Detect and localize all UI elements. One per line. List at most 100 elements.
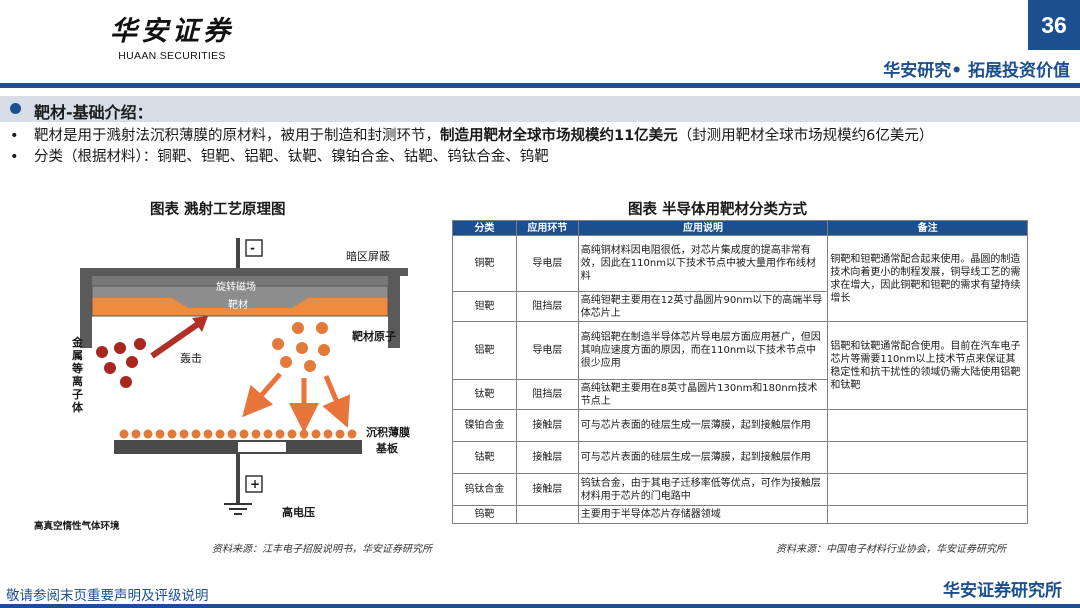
cathode-lead	[236, 238, 240, 268]
description-cell: 高纯铜材料因电阻很低，对芯片集成度的提高非常有效，因此在110nm以下技术节点中…	[577, 235, 829, 292]
description-cell: 钨钛合金，由于其电子迁移率低等优点，可作为接触层材料用于芯片的门电路中	[577, 473, 829, 506]
bullet-list: • 靶材是用于溅射法沉积薄膜的原材料，被用于制造和封测环节，制造用靶材全球市场规…	[10, 126, 1074, 168]
table-figure-title: 图表 半导体用靶材分类方式	[628, 202, 808, 218]
description-cell: 可与芯片表面的硅层生成一层薄膜，起到接触层作用	[577, 441, 829, 474]
target-atom-dot	[304, 360, 316, 372]
note-cell-empty	[827, 409, 1028, 442]
deposited-film-label: 沉积薄膜	[366, 426, 410, 439]
type-cell: 钨钛合金	[452, 473, 517, 506]
dark-shield-label: 暗区屏蔽	[346, 250, 390, 263]
column-header: 备注	[827, 220, 1028, 236]
logo-english-name: HUAAN SECURITIES	[118, 50, 226, 62]
step-cell: 接触层	[515, 409, 579, 442]
ion-dot	[134, 338, 146, 350]
table-row: 钨钛合金 接触层 钨钛合金，由于其电子迁移率低等优点，可作为接触层材料用于芯片的…	[452, 473, 1028, 506]
vacuum-environment-label: 高真空惰性气体环境	[34, 521, 120, 532]
target-atom-dot	[280, 356, 292, 368]
table-row: 镍铂合金 接触层 可与芯片表面的硅层生成一层薄膜，起到接触层作用	[452, 409, 1028, 442]
sputtering-diagram: - + 暗区屏蔽 旋转磁场 靶材 靶材原子 金属等离子体 轰击 沉积薄膜 基板 …	[34, 228, 420, 532]
minus-sign: -	[250, 241, 255, 255]
target-atom-dot	[296, 342, 308, 354]
step-cell: 阻挡层	[515, 291, 579, 322]
bullet-text-emphasis: 制造用靶材全球市场规模约11亿美元	[440, 128, 678, 144]
step-cell	[515, 505, 579, 524]
magnet-label: 旋转磁场	[216, 282, 256, 293]
type-cell: 钴靶	[452, 441, 517, 474]
bullet-mark: •	[10, 128, 19, 144]
ion-dot	[104, 362, 116, 374]
type-cell: 钽靶	[452, 291, 517, 322]
sputter-arrow-icon	[322, 375, 351, 428]
target-atoms-label: 靶材原子	[352, 330, 396, 343]
type-cell: 钛靶	[452, 379, 517, 410]
target-atom-dot	[272, 338, 284, 350]
note-cell-empty	[827, 441, 1028, 474]
target-atom-dot	[292, 322, 304, 334]
brand-slogan: 华安研究• 拓展投资价值	[883, 61, 1070, 81]
table-row: 钨靶 主要用于半导体芯片存储器领域	[452, 505, 1028, 524]
footer-divider	[0, 604, 1080, 608]
anode-lead	[236, 454, 240, 504]
header-divider	[0, 83, 1080, 88]
type-cell: 铝靶	[452, 321, 517, 380]
plus-sign: +	[250, 477, 261, 491]
description-cell: 高纯铝靶在制造半导体芯片导电层方面应用甚广，但因其响应速度方面的原因，而在110…	[577, 321, 829, 380]
left-figure-source: 资料来源：江丰电子招股说明书，华安证券研究所	[212, 544, 432, 555]
ion-dot	[126, 356, 138, 368]
substrate-label: 基板	[376, 442, 398, 455]
bullet-text: 靶材是用于溅射法沉积薄膜的原材料，被用于制造和封测环节，制造用靶材全球市场规模约…	[34, 126, 1074, 147]
bullet-text-part: （封测用靶材全球市场规模约6亿美元）	[677, 128, 934, 144]
type-cell: 铜靶	[452, 235, 517, 292]
logo-chinese-name: 华安证券	[110, 16, 234, 47]
step-cell: 接触层	[515, 473, 579, 506]
step-cell: 阻挡层	[515, 379, 579, 410]
section-header: 靶材-基础介绍：	[0, 96, 1080, 122]
note-cell: 铜靶和钽靶通常配合起来使用。晶圆的制造技术向着更小的制程发展，铜导线工艺的需求在…	[827, 235, 1028, 322]
type-cell: 镍铂合金	[452, 409, 517, 442]
high-voltage-label: 高电压	[282, 506, 315, 519]
ion-dot	[96, 346, 108, 358]
note-cell-empty	[827, 505, 1028, 524]
target-classification-table: 分类 应用环节 应用说明 备注 铜靶 导电层 高纯铜材料因电阻很低，对芯片集成度…	[452, 220, 1028, 524]
type-cell: 钨靶	[452, 505, 517, 524]
description-cell: 主要用于半导体芯片存储器领域	[577, 505, 829, 524]
step-cell: 导电层	[515, 321, 579, 380]
bullet-mark: •	[10, 149, 19, 165]
section-bullet-icon	[10, 103, 21, 114]
section-title: 靶材-基础介绍：	[34, 103, 153, 122]
sputtering-diagram-graphic	[80, 238, 408, 515]
description-cell: 高纯钽靶主要用在12英寸晶圆片90nm以下的高端半导体芯片上	[577, 291, 829, 322]
ion-dot	[120, 376, 132, 388]
substrate-gap	[238, 442, 286, 452]
target-atom-dot	[316, 322, 328, 334]
bombard-label: 轰击	[180, 352, 202, 365]
disclaimer-link[interactable]: 敬请参阅末页重要声明及评级说明	[6, 584, 209, 604]
target-atom-dot	[318, 344, 330, 356]
deposited-film-dots	[119, 429, 357, 439]
note-cell-empty	[827, 473, 1028, 506]
step-cell: 接触层	[515, 441, 579, 474]
sputter-arrow-icon	[242, 372, 282, 418]
description-cell: 可与芯片表面的硅层生成一层薄膜，起到接触层作用	[577, 409, 829, 442]
metal-ions-label: 金属等离子体	[72, 336, 83, 414]
column-header: 应用说明	[577, 220, 829, 236]
bullet-text: 分类（根据材料）：铜靶、钽靶、铝靶、钛靶、镍铂合金、钴靶、钨钛合金、钨靶	[34, 149, 549, 165]
right-figure-source: 资料来源：中国电子材料行业协会，华安证券研究所	[776, 544, 1006, 555]
description-cell: 高纯钛靶主要用在8英寸晶圆片130nm和180nm技术节点上	[577, 379, 829, 410]
table-row: 铝靶 导电层 高纯铝靶在制造半导体芯片导电层方面应用甚广，但因其响应速度方面的原…	[452, 321, 1028, 410]
bullet-text-part: 靶材是用于溅射法沉积薄膜的原材料，被用于制造和封测环节，	[34, 128, 440, 144]
sputtering-figure-title: 图表 溅射工艺原理图	[150, 202, 286, 218]
column-header: 应用环节	[515, 220, 579, 236]
table-row: 钴靶 接触层 可与芯片表面的硅层生成一层薄膜，起到接触层作用	[452, 441, 1028, 474]
column-header: 分类	[452, 220, 517, 236]
bullet-item: • 靶材是用于溅射法沉积薄膜的原材料，被用于制造和封测环节，制造用靶材全球市场规…	[10, 126, 1074, 147]
ion-dot	[114, 342, 126, 354]
target-label: 靶材	[228, 300, 248, 311]
footer-brand: 华安证券研究所	[943, 581, 1062, 601]
step-cell: 导电层	[515, 235, 579, 292]
table-header-row: 分类 应用环节 应用说明 备注	[452, 220, 1028, 236]
note-cell: 铝靶和钛靶通常配合使用。目前在汽车电子芯片等需要110nm以上技术节点来保证其稳…	[827, 321, 1028, 410]
table-row: 铜靶 导电层 高纯铜材料因电阻很低，对芯片集成度的提高非常有效，因此在110nm…	[452, 235, 1028, 322]
page-number: 36	[1028, 0, 1080, 50]
bullet-item: • 分类（根据材料）：铜靶、钽靶、铝靶、钛靶、镍铂合金、钴靶、钨钛合金、钨靶	[10, 147, 1074, 168]
